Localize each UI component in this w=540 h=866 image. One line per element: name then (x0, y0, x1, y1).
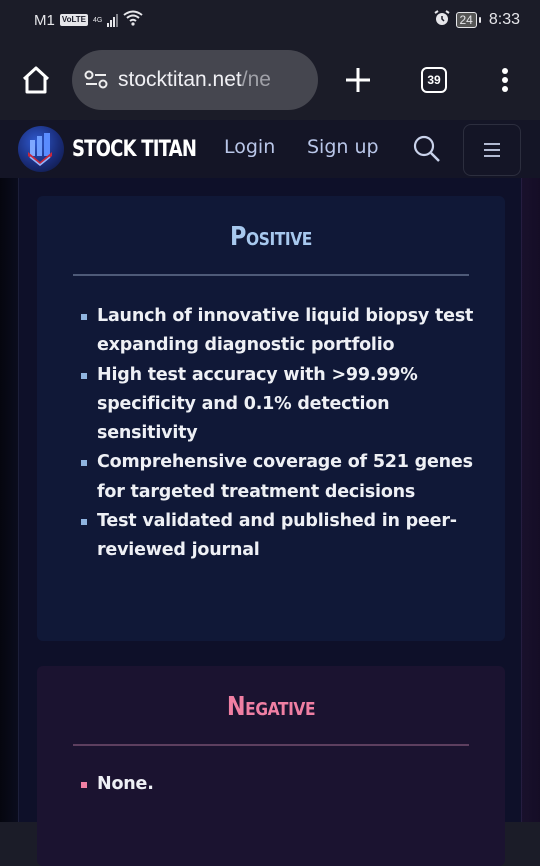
clock: 8:33 (488, 11, 520, 28)
site-settings-icon[interactable] (84, 70, 108, 90)
negative-list: None. (81, 770, 481, 799)
address-bar[interactable]: stocktitan.net/ne (72, 50, 318, 110)
negative-title: Negative (226, 692, 316, 722)
positive-item: Test validated and published in peer-rev… (81, 507, 481, 566)
menu-button[interactable] (463, 124, 521, 176)
browser-toolbar: stocktitan.net/ne 39 (0, 40, 540, 120)
logo-icon (18, 126, 64, 172)
signal-strength-icon (107, 13, 119, 27)
site-header: STOCK TITAN Login Sign up (0, 120, 540, 178)
home-button[interactable] (0, 50, 72, 110)
bullet-icon (81, 519, 87, 526)
search-button[interactable] (412, 134, 444, 164)
carrier-label: M1 (34, 11, 55, 29)
more-options-button[interactable] (470, 50, 540, 110)
plus-icon (346, 68, 370, 92)
search-icon (413, 135, 440, 162)
bullet-icon (81, 782, 87, 788)
positive-card: Positive Launch of innovative liquid bio… (37, 196, 505, 641)
battery-icon: 24 (455, 12, 482, 28)
bullet-icon (81, 460, 87, 467)
bullet-icon (81, 372, 87, 379)
tab-count: 39 (421, 67, 447, 93)
negative-card: Negative None. (37, 666, 505, 866)
positive-item: Launch of innovative liquid biopsy test … (81, 302, 481, 361)
positive-list: Launch of innovative liquid biopsy test … (81, 302, 481, 566)
positive-title: Positive (230, 222, 312, 252)
url-text: stocktitan.net/ne (118, 68, 271, 91)
tab-switcher-button[interactable]: 39 (398, 50, 470, 110)
stock-titan-logo[interactable]: STOCK TITAN (18, 126, 223, 172)
bullet-icon (81, 314, 87, 320)
network-type-icon: 4G (93, 16, 103, 24)
home-icon (22, 66, 50, 94)
wifi-icon (123, 10, 143, 30)
status-bar: M1 VoLTE 4G 24 8:33 (0, 0, 540, 40)
negative-divider (73, 744, 469, 746)
positive-item: Comprehensive coverage of 521 genes for … (81, 448, 481, 507)
brand-name: STOCK TITAN (72, 136, 197, 162)
negative-item: None. (81, 770, 481, 799)
signup-link[interactable]: Sign up (307, 136, 379, 158)
page-content: Positive Launch of innovative liquid bio… (0, 178, 540, 866)
positive-divider (73, 274, 469, 276)
hamburger-icon (484, 143, 500, 157)
new-tab-button[interactable] (318, 50, 398, 110)
content-column: Positive Launch of innovative liquid bio… (18, 178, 522, 866)
login-link[interactable]: Login (224, 136, 275, 158)
alarm-icon (433, 10, 450, 30)
positive-item: High test accuracy with >99.99% specific… (81, 361, 481, 449)
volte-icon: VoLTE (59, 14, 88, 26)
more-vertical-icon (502, 68, 508, 92)
